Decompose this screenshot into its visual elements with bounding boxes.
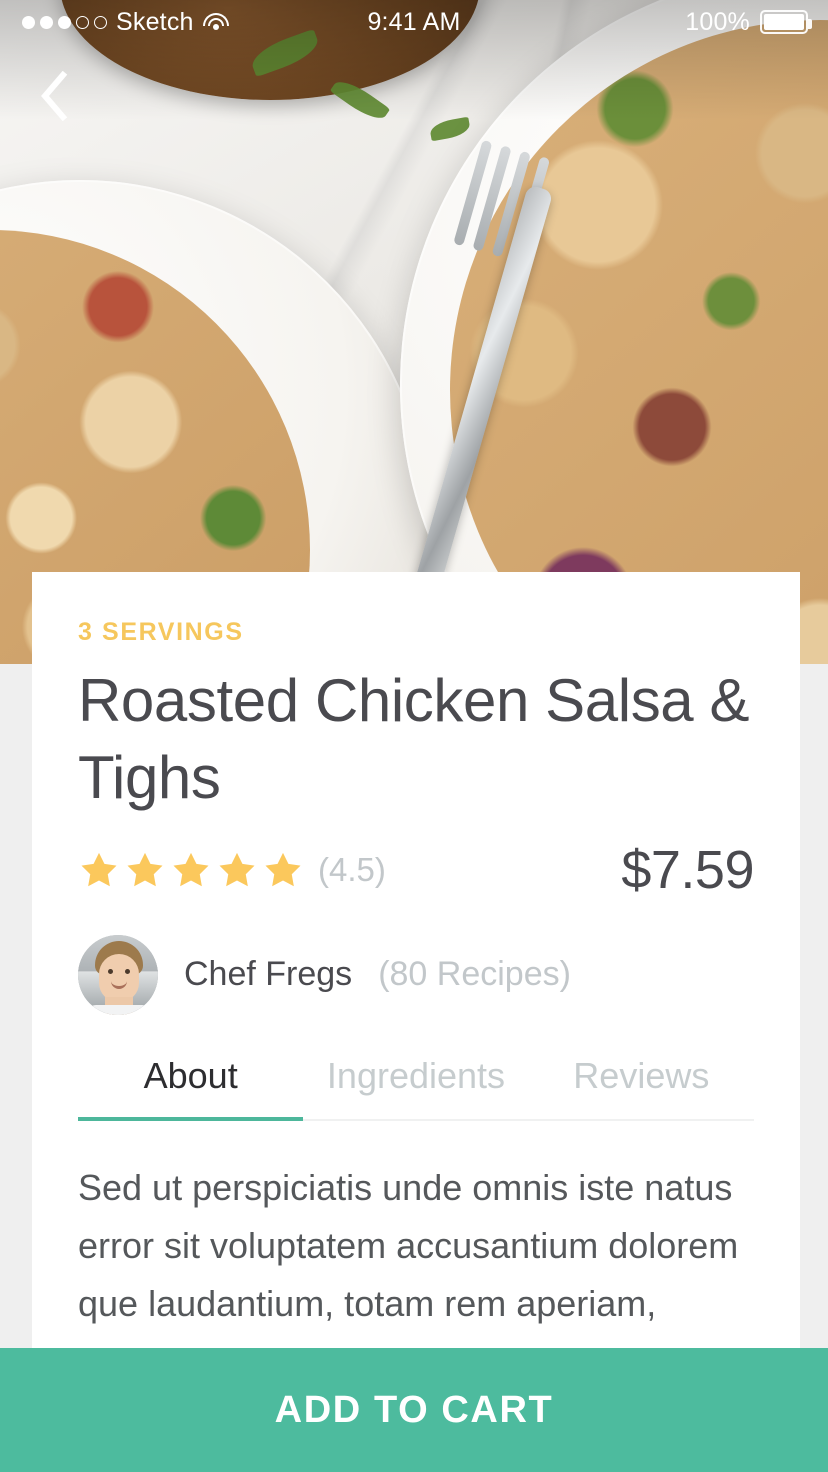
chevron-left-icon <box>41 71 68 121</box>
status-bar-right: 100% <box>685 7 812 37</box>
rating-group[interactable]: (4.5) <box>78 849 386 891</box>
star-filled-icon[interactable] <box>78 849 120 891</box>
rating-price-row: (4.5) $7.59 <box>78 839 754 901</box>
chef-recipes-count: (80 Recipes) <box>378 955 571 994</box>
page-title: Roasted Chicken Salsa & Tighs <box>78 667 750 811</box>
status-bar: Sketch 9:41 AM 100% <box>0 0 828 44</box>
star-filled-icon[interactable] <box>262 849 304 891</box>
hero-image <box>0 0 828 664</box>
battery-percent-label: 100% <box>685 7 750 36</box>
add-to-cart-button[interactable]: ADD TO CART <box>0 1348 828 1472</box>
rating-value-label: (4.5) <box>318 850 386 888</box>
price-label: $7.59 <box>621 839 754 900</box>
chef-row[interactable]: Chef Fregs (80 Recipes) <box>78 934 754 1015</box>
battery-full-icon <box>760 10 812 34</box>
tab-about[interactable]: About <box>78 1055 304 1121</box>
recipe-detail-card: 3 SERVINGS Roasted Chicken Salsa & Tighs… <box>32 572 800 1392</box>
avatar[interactable] <box>78 934 158 1015</box>
star-filled-icon[interactable] <box>216 849 258 891</box>
star-filled-icon[interactable] <box>124 849 166 891</box>
tab-bar: About Ingredients Reviews <box>78 1055 754 1121</box>
star-rating[interactable] <box>78 849 304 891</box>
app-screen: Sketch 9:41 AM 100% 3 SERVINGS Roasted C… <box>0 0 828 1472</box>
chef-name-label: Chef Fregs <box>184 955 353 994</box>
back-button[interactable] <box>22 64 86 128</box>
servings-label: 3 SERVINGS <box>78 618 244 646</box>
tab-ingredients[interactable]: Ingredients <box>303 1055 528 1119</box>
star-filled-icon[interactable] <box>170 849 212 891</box>
add-to-cart-label: ADD TO CART <box>274 1388 554 1431</box>
tab-reviews[interactable]: Reviews <box>529 1055 754 1119</box>
